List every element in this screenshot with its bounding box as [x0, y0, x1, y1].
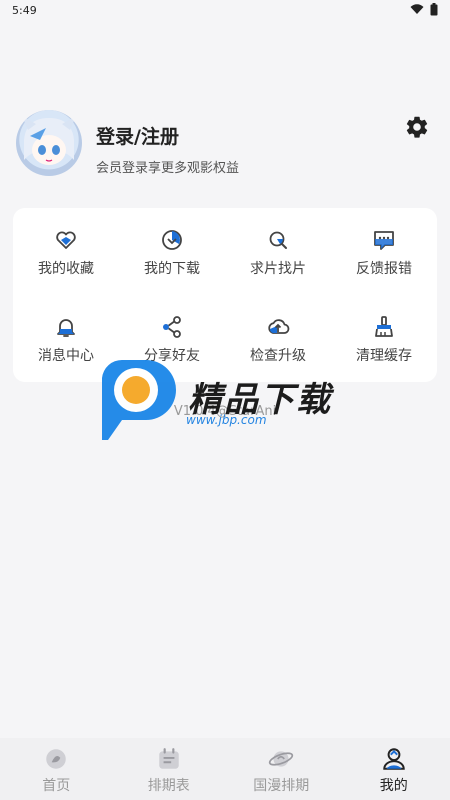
- watermark: 精品下载 www.jbp.com: [98, 358, 358, 442]
- avatar[interactable]: [16, 110, 82, 176]
- tab-domestic-schedule[interactable]: 国漫排期: [225, 738, 338, 800]
- tab-label: 首页: [42, 778, 71, 794]
- home-icon: [46, 749, 66, 769]
- login-register-title[interactable]: 登录/注册: [96, 122, 179, 149]
- upgrade-icon: [268, 319, 290, 334]
- menu-item-label: 我的下载: [144, 261, 200, 277]
- menu-item-label: 我的收藏: [38, 261, 94, 277]
- share-icon: [163, 316, 181, 338]
- gear-icon: [406, 116, 428, 138]
- planet-icon: [269, 751, 294, 767]
- status-bar: 5:49: [0, 0, 450, 22]
- bottom-tab-bar: 首页 排期表 国漫排期 我的: [0, 738, 450, 800]
- tab-home[interactable]: 首页: [0, 738, 113, 800]
- menu-item-request-film[interactable]: 求片找片: [225, 208, 331, 295]
- watermark-logo-icon: [102, 359, 176, 440]
- menu-item-label: 消息中心: [38, 348, 94, 364]
- menu-item-label: 求片找片: [250, 261, 306, 277]
- bell-icon: [57, 319, 75, 337]
- watermark-url: www.jbp.com: [186, 413, 267, 427]
- tab-mine[interactable]: 我的: [338, 738, 450, 800]
- feedback-icon: [374, 231, 394, 250]
- member-benefit-subtitle: 会员登录享更多观影权益: [96, 161, 240, 176]
- heart-icon: [56, 231, 76, 249]
- menu-item-label: 反馈报错: [356, 261, 412, 277]
- calendar-icon: [159, 748, 179, 769]
- tab-label: 国漫排期: [253, 778, 310, 794]
- status-icons: [410, 3, 438, 16]
- status-time: 5:49: [12, 4, 37, 17]
- profile-icon: [383, 748, 405, 770]
- tab-label: 我的: [379, 778, 408, 794]
- battery-icon: [430, 3, 438, 16]
- tab-schedule[interactable]: 排期表: [113, 738, 226, 800]
- feature-menu-card: 我的收藏 我的下载 求片找片 反馈报错 消息中心 分享好友 检查升级 清理缓存: [13, 208, 437, 382]
- settings-button[interactable]: [404, 114, 430, 140]
- avatar-illustration: [22, 116, 76, 165]
- menu-item-downloads[interactable]: 我的下载: [119, 208, 225, 295]
- tab-label: 排期表: [147, 778, 190, 794]
- wifi-icon: [410, 4, 424, 14]
- profile-header[interactable]: 登录/注册 会员登录享更多观影权益: [16, 110, 436, 190]
- menu-item-feedback[interactable]: 反馈报错: [331, 208, 437, 295]
- menu-item-label: 清理缓存: [356, 348, 412, 364]
- search-film-icon: [269, 231, 287, 249]
- download-icon: [162, 230, 182, 250]
- menu-item-favorites[interactable]: 我的收藏: [13, 208, 119, 295]
- broom-icon: [375, 316, 393, 337]
